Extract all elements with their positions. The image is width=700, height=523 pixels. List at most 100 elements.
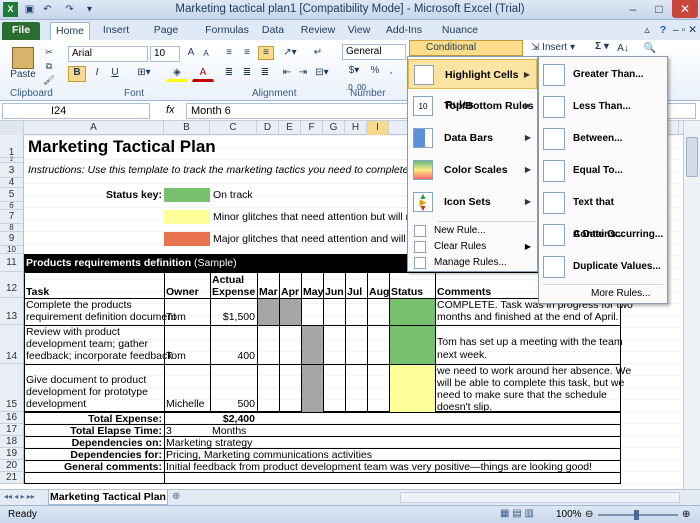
row-header[interactable]: 8	[0, 224, 24, 232]
gantt-bar[interactable]	[302, 326, 323, 364]
decrease-indent-icon[interactable]: ⇤	[280, 66, 294, 80]
row-header[interactable]: 7	[0, 210, 24, 224]
column-header-e[interactable]: E	[279, 121, 301, 135]
instructions-text[interactable]: Instructions: Use this template to track…	[28, 164, 442, 176]
tab-home[interactable]: Home	[50, 22, 90, 40]
row-header[interactable]: 5	[0, 188, 24, 202]
top-bottom-rules-item[interactable]: 10 Top/Bottom Rules ▶	[408, 91, 537, 121]
copy-icon[interactable]: ⧉	[42, 60, 56, 74]
comment-cell[interactable]: months and finished at the end of April.	[437, 311, 619, 323]
month-header-jul[interactable]: Jul	[347, 286, 362, 298]
status-header[interactable]: Status	[391, 286, 423, 298]
row-header[interactable]: 15	[0, 364, 24, 412]
task-cell[interactable]: Give document to product	[26, 374, 146, 386]
bottom-align-icon[interactable]: ≡	[258, 46, 274, 60]
zoom-out-icon[interactable]: ⊖	[585, 509, 593, 520]
row-header[interactable]: 4	[0, 178, 24, 188]
tab-add-ins[interactable]: Add-Ins	[382, 22, 426, 40]
new-rule-item[interactable]: New Rule...	[408, 223, 537, 239]
tab-review[interactable]: Review	[298, 22, 338, 40]
row-header[interactable]: 14	[0, 325, 24, 364]
row-header[interactable]: 18	[0, 436, 24, 448]
merge-center-icon[interactable]: ⊟▾	[312, 66, 332, 80]
task-cell[interactable]: Review with product	[26, 326, 120, 338]
status-swatch-on-track[interactable]	[164, 188, 210, 202]
expense-cell[interactable]: 500	[212, 398, 255, 410]
comment-cell[interactable]: next week.	[437, 349, 487, 361]
italic-button[interactable]: I	[89, 66, 105, 82]
between-item[interactable]: Between...	[539, 123, 667, 155]
dependencies-for-value[interactable]: Pricing, Marketing communications activi…	[166, 449, 372, 461]
row-header[interactable]: 19	[0, 448, 24, 460]
comment-cell[interactable]: will be able to complete this task, but …	[437, 377, 624, 389]
grow-font-icon[interactable]: A	[184, 46, 198, 62]
row-header[interactable]: 13	[0, 298, 24, 325]
comments-header[interactable]: Comments	[437, 286, 491, 298]
select-all-corner[interactable]	[0, 121, 24, 135]
task-cell[interactable]: development team; gather	[26, 338, 148, 350]
wrap-text-icon[interactable]: ↵	[310, 46, 326, 60]
general-comments-value[interactable]: Initial feedback from product developmen…	[166, 461, 592, 473]
task-header[interactable]: Task	[26, 286, 49, 298]
row-header[interactable]: 1	[0, 135, 24, 158]
sheet-nav-icons[interactable]: ◂◂ ◂ ▸ ▸▸	[4, 492, 35, 501]
clear-rules-item[interactable]: Clear Rules ▶	[408, 239, 537, 255]
task-cell[interactable]: development	[26, 398, 86, 410]
month-header-may[interactable]: May	[303, 286, 323, 298]
expense-header[interactable]: Expense	[212, 286, 255, 298]
owner-cell[interactable]: Michelle	[166, 398, 205, 410]
major-glitch-label[interactable]: Major glitches that need attention and w…	[213, 233, 430, 245]
comment-cell[interactable]: we need to work around her absence. We	[437, 365, 631, 377]
status-swatch-major[interactable]	[164, 232, 210, 246]
total-expense-label[interactable]: Total Expense:	[26, 413, 162, 425]
align-left-icon[interactable]: ≣	[222, 66, 236, 80]
owner-cell[interactable]: Tom	[166, 350, 186, 362]
date-occurring-item[interactable]: A Date Occurring...	[539, 219, 667, 251]
autosum-icon[interactable]: Σ ▾	[592, 40, 612, 56]
format-painter-icon[interactable]: 🖌	[42, 74, 56, 88]
minimize-button[interactable]: –	[620, 0, 646, 18]
sheet-tab-marketing-tactical-plan[interactable]: Marketing Tactical Plan	[48, 490, 168, 505]
row-header[interactable]: 21	[0, 472, 24, 484]
status-cell-on-track[interactable]	[390, 326, 435, 364]
orientation-icon[interactable]: ↗▾	[280, 46, 300, 60]
duplicate-values-item[interactable]: Duplicate Values...	[539, 251, 667, 283]
underline-button[interactable]: U	[107, 66, 123, 82]
cut-icon[interactable]: ✂	[42, 46, 56, 60]
align-right-icon[interactable]: ≣	[258, 66, 272, 80]
shrink-font-icon[interactable]: A	[200, 48, 212, 62]
task-cell[interactable]: development for prototype	[26, 386, 148, 398]
less-than-item[interactable]: Less Than...	[539, 91, 667, 123]
bold-button[interactable]: B	[68, 66, 86, 82]
insert-function-icon[interactable]: fx	[166, 104, 175, 116]
zoom-in-icon[interactable]: ⊕	[682, 509, 690, 520]
conditional-formatting-button[interactable]: Conditional Formatting ▾	[409, 40, 523, 67]
accounting-format-icon[interactable]: $▾	[342, 64, 366, 80]
text-contains-item[interactable]: Text that Contains...	[539, 187, 667, 240]
maximize-button[interactable]: □	[646, 0, 672, 18]
column-header-i[interactable]: I	[367, 121, 389, 135]
gantt-bar[interactable]	[302, 365, 323, 412]
row-header[interactable]: 11	[0, 254, 24, 272]
column-header-g[interactable]: G	[323, 121, 345, 135]
more-rules-item[interactable]: More Rules...	[539, 285, 667, 303]
font-color-icon[interactable]: A	[192, 66, 214, 82]
column-header-b[interactable]: B	[164, 121, 210, 135]
comment-cell[interactable]: Tom has set up a meeting with the team	[437, 336, 623, 348]
month-header-aug[interactable]: Aug	[369, 286, 389, 298]
tab-formulas[interactable]: Formulas	[204, 22, 250, 40]
expense-cell[interactable]: 400	[212, 350, 255, 362]
fill-color-icon[interactable]: ◈	[166, 66, 188, 82]
row-header[interactable]: 12	[0, 272, 24, 298]
top-align-icon[interactable]: ≡	[222, 46, 236, 60]
insert-cells-button[interactable]: ⇲ Insert ▾	[530, 40, 584, 56]
tab-insert[interactable]: Insert	[96, 22, 136, 40]
month-header-jun[interactable]: Jun	[325, 286, 344, 298]
font-size-select[interactable]: 10	[150, 46, 180, 62]
row-header[interactable]: 17	[0, 424, 24, 436]
owner-cell[interactable]: Tom	[166, 311, 186, 323]
borders-icon[interactable]: ⊞▾	[132, 66, 156, 82]
status-key-label[interactable]: Status key:	[100, 189, 162, 201]
horizontal-scrollbar[interactable]	[400, 492, 680, 503]
gantt-bar[interactable]	[280, 299, 301, 325]
